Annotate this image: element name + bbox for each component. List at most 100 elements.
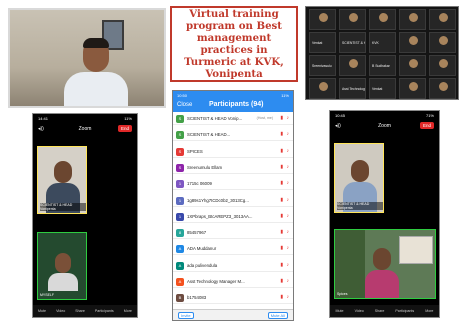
participant-thumbnail: [349, 13, 358, 22]
gallery-cell[interactable]: [399, 55, 426, 76]
status-bar: 10:45 71%: [330, 111, 439, 120]
status-battery: 11%: [124, 116, 132, 121]
gallery-cell[interactable]: Venkat: [309, 32, 336, 53]
host-tag: (Host, me): [256, 116, 273, 120]
end-button[interactable]: End: [419, 122, 434, 129]
muted-mic-and-video-icon[interactable]: ▮ ♪: [280, 197, 290, 203]
muted-mic-and-video-icon[interactable]: ▮ ♪: [280, 245, 290, 251]
participant-thumbnail: [439, 36, 448, 45]
participant-row[interactable]: S SPICES ▮ ♪: [173, 145, 293, 158]
video-tile-1[interactable]: SCIENTIST & HEAD Vonipenta: [334, 143, 384, 213]
close-button[interactable]: Close: [177, 102, 192, 108]
gallery-cell[interactable]: [429, 55, 456, 76]
toolbar-participants-button[interactable]: Participants: [395, 309, 414, 313]
participant-head: [55, 253, 71, 273]
end-button[interactable]: End: [117, 125, 132, 132]
toolbar-participants-button[interactable]: Participants: [95, 309, 114, 313]
participant-thumbnail: [319, 82, 328, 91]
toolbar-video-button[interactable]: Video: [56, 309, 65, 313]
gallery-cell[interactable]: [309, 78, 336, 99]
avatar: S: [176, 115, 184, 123]
participant-name: b1754083: [187, 295, 207, 301]
meeting-toolbar: Mute Video Share Participants More: [330, 305, 439, 317]
muted-mic-and-video-icon[interactable]: ▮ ♪: [280, 213, 290, 219]
muted-mic-and-video-icon[interactable]: ▮ ♪: [280, 180, 290, 186]
gallery-cell-label: KVK: [372, 41, 379, 45]
invite-button[interactable]: Invite: [178, 312, 194, 319]
toolbar-video-button[interactable]: Video: [355, 309, 364, 313]
speaker-hair: [83, 38, 109, 48]
gallery-cell[interactable]: Venkat: [369, 78, 396, 99]
gallery-cell[interactable]: [309, 9, 336, 30]
participants-title: Participants (94): [209, 101, 264, 108]
participant-name: ADA Muddanur: [187, 246, 217, 252]
participant-name: Asst Technology Manager M...: [187, 279, 245, 284]
status-time: 14:41: [38, 116, 49, 121]
gallery-cell[interactable]: Sreenivasulu: [309, 55, 336, 76]
gallery-cell[interactable]: [339, 55, 366, 76]
avatar: 1: [176, 196, 184, 205]
participant-body: [365, 270, 399, 298]
muted-mic-and-video-icon[interactable]: ▮ ♪: [280, 115, 290, 121]
participant-row[interactable]: 1 1XPbraps_BtcAREPZ3_3013AA... ▮ ♪: [173, 210, 293, 223]
gallery-cell[interactable]: [399, 78, 426, 99]
speaker-body: [64, 72, 128, 106]
muted-mic-and-video-icon[interactable]: ▮ ♪: [280, 148, 290, 154]
participant-head: [54, 161, 72, 183]
avatar: A: [176, 261, 184, 270]
participant-row[interactable]: 1 1g89s1Yhg7tCDc0b2_3013Cg... ▮ ♪: [173, 194, 293, 207]
gallery-cell[interactable]: [429, 32, 456, 53]
gallery-cell[interactable]: SCIENTIST & HEAD: [339, 32, 366, 53]
participant-row[interactable]: S SCIENTIST & HEAD... ▮ ♪: [173, 129, 293, 142]
toolbar-share-button[interactable]: Share: [375, 309, 385, 313]
participant-thumbnail: [409, 36, 418, 45]
participant-row[interactable]: A ADA Muddanur ▮ ♪: [173, 243, 293, 256]
speaker-icon[interactable]: ◂)): [38, 126, 44, 132]
toolbar-more-button[interactable]: More: [124, 309, 132, 313]
video-tile-1[interactable]: SCIENTIST & HEAD Vonipenta: [37, 146, 87, 214]
toolbar-share-button[interactable]: Share: [75, 309, 85, 313]
muted-mic-and-video-icon[interactable]: ▮ ♪: [280, 131, 290, 137]
gallery-cell[interactable]: [339, 9, 366, 30]
app-name[interactable]: Zoom: [79, 126, 92, 132]
toolbar-more-button[interactable]: More: [425, 309, 433, 313]
gallery-cell[interactable]: KVK: [369, 32, 396, 53]
avatar: A: [176, 245, 184, 254]
avatar: S: [176, 163, 184, 172]
gallery-cell[interactable]: [429, 9, 456, 30]
gallery-cell[interactable]: B Sudhakar: [369, 55, 396, 76]
participant-body: [48, 273, 78, 291]
participant-name: 1g89s1Yhg7tCDc0b2_3013Cg...: [187, 197, 249, 203]
muted-mic-and-video-icon[interactable]: ▮ ♪: [280, 229, 290, 235]
inset-video[interactable]: [399, 236, 433, 264]
participant-row[interactable]: Aada pulivendula ▮ ♪: [173, 259, 293, 272]
participant-row[interactable]: 8 85457967 ▮ ♪: [173, 227, 293, 240]
phone-screen-left: 14:41 11% ◂)) Zoom End SCIENTIST & HEAD …: [32, 113, 138, 318]
toolbar-mute-button[interactable]: Mute: [336, 309, 344, 313]
participant-row[interactable]: S Sreenumulu Ellam ▮ ♪: [173, 161, 293, 174]
muted-mic-and-video-icon[interactable]: ▮ ♪: [280, 278, 290, 284]
gallery-cell[interactable]: [429, 78, 456, 99]
app-name[interactable]: Zoom: [378, 123, 391, 129]
video-tile-2[interactable]: Spices: [334, 229, 436, 299]
participant-row[interactable]: Bb1754083 ▮ ♪: [173, 292, 293, 305]
participant-thumbnail: [409, 82, 418, 91]
status-bar: 10:50 11%: [173, 91, 293, 99]
toolbar-mute-button[interactable]: Mute: [38, 309, 46, 313]
mute-all-button[interactable]: Mute All: [267, 312, 288, 319]
participant-row[interactable]: A Asst Technology Manager M... ▮ ♪: [173, 276, 293, 288]
zoom-gallery-view: Venkat SCIENTIST & HEAD KVK Sreenivasulu B S…: [305, 6, 459, 100]
muted-mic-and-video-icon[interactable]: ▮ ♪: [280, 294, 290, 300]
participant-name: 85457967: [187, 230, 207, 236]
participant-row[interactable]: S SCIENTIST & HEAD Vonip... ▮ ♪ (Host, me): [173, 113, 293, 125]
muted-mic-and-video-icon[interactable]: ▮ ♪: [280, 164, 290, 170]
gallery-cell[interactable]: [399, 9, 426, 30]
status-time: 10:50: [177, 93, 188, 98]
video-tile-2[interactable]: MYSELF: [37, 232, 87, 300]
gallery-cell[interactable]: Asst Technology: [339, 78, 366, 99]
gallery-cell[interactable]: [369, 9, 396, 30]
gallery-cell[interactable]: [399, 32, 426, 53]
muted-mic-and-video-icon[interactable]: ▮ ♪: [280, 262, 290, 268]
participant-row[interactable]: 1 1715c 06009 ▮ ♪: [173, 178, 293, 191]
speaker-icon[interactable]: ◂)): [335, 123, 341, 129]
